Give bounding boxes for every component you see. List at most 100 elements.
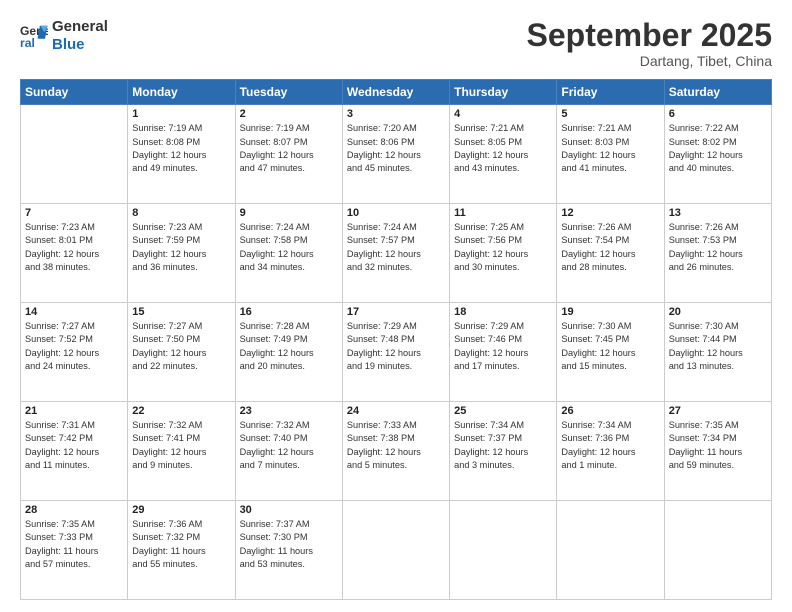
table-row: 6Sunrise: 7:22 AMSunset: 8:02 PMDaylight… [664, 105, 771, 204]
col-monday: Monday [128, 80, 235, 105]
calendar-week-3: 14 Sunrise: 7:27 AMSunset: 7:52 PMDayligh… [21, 303, 772, 402]
calendar-week-2: 7Sunrise: 7:23 AMSunset: 8:01 PMDaylight… [21, 204, 772, 303]
table-row: 7Sunrise: 7:23 AMSunset: 8:01 PMDaylight… [21, 204, 128, 303]
day-info: Sunrise: 7:35 AMSunset: 7:33 PMDaylight:… [25, 518, 123, 571]
calendar-week-1: 1Sunrise: 7:19 AMSunset: 8:08 PMDaylight… [21, 105, 772, 204]
day-number: 10 [347, 207, 445, 219]
day-number: 25 [454, 405, 552, 417]
day-number: 17 [347, 306, 445, 318]
location-subtitle: Dartang, Tibet, China [527, 53, 772, 69]
month-title: September 2025 [527, 18, 772, 53]
logo-icon: Gene ral [20, 22, 48, 50]
table-row: 1Sunrise: 7:19 AMSunset: 8:08 PMDaylight… [128, 105, 235, 204]
table-row: 19 Sunrise: 7:30 AMSunset: 7:45 PMDayligh… [557, 303, 664, 402]
day-number: 8 [132, 207, 230, 219]
col-wednesday: Wednesday [342, 80, 449, 105]
table-row: 8 Sunrise: 7:23 AMSunset: 7:59 PMDaylight… [128, 204, 235, 303]
logo: Gene ral General Blue [20, 18, 108, 54]
day-number: 13 [669, 207, 767, 219]
calendar-week-4: 21 Sunrise: 7:31 AMSunset: 7:42 PMDayligh… [21, 402, 772, 501]
day-info: Sunrise: 7:28 AMSunset: 7:49 PMDaylight:… [240, 320, 338, 373]
page-header: Gene ral General Blue September 2025 Dar… [20, 18, 772, 69]
day-info: Sunrise: 7:36 AMSunset: 7:32 PMDaylight:… [132, 518, 230, 571]
day-number: 22 [132, 405, 230, 417]
table-row: 17 Sunrise: 7:29 AMSunset: 7:48 PMDayligh… [342, 303, 449, 402]
table-row: 12 Sunrise: 7:26 AMSunset: 7:54 PMDayligh… [557, 204, 664, 303]
table-row: 20 Sunrise: 7:30 AMSunset: 7:44 PMDayligh… [664, 303, 771, 402]
table-row [450, 501, 557, 600]
table-row: 9 Sunrise: 7:24 AMSunset: 7:58 PMDaylight… [235, 204, 342, 303]
day-number: 5 [561, 108, 659, 120]
day-number: 29 [132, 504, 230, 516]
day-info: Sunrise: 7:26 AMSunset: 7:53 PMDaylight:… [669, 221, 767, 274]
day-number: 1 [132, 108, 230, 120]
table-row: 13 Sunrise: 7:26 AMSunset: 7:53 PMDayligh… [664, 204, 771, 303]
day-info: Sunrise: 7:35 AMSunset: 7:34 PMDaylight:… [669, 419, 767, 472]
calendar-header-row: Sunday Monday Tuesday Wednesday Thursday… [21, 80, 772, 105]
table-row: 26Sunrise: 7:34 AMSunset: 7:36 PMDayligh… [557, 402, 664, 501]
logo-line1: General [52, 18, 108, 36]
day-info: Sunrise: 7:22 AMSunset: 8:02 PMDaylight:… [669, 122, 767, 175]
day-info: Sunrise: 7:26 AMSunset: 7:54 PMDaylight:… [561, 221, 659, 274]
day-number: 2 [240, 108, 338, 120]
day-info: Sunrise: 7:27 AMSunset: 7:52 PMDaylight:… [25, 320, 123, 373]
day-number: 21 [25, 405, 123, 417]
table-row: 15Sunrise: 7:27 AMSunset: 7:50 PMDayligh… [128, 303, 235, 402]
table-row: 5 Sunrise: 7:21 AMSunset: 8:03 PMDaylight… [557, 105, 664, 204]
table-row: 27 Sunrise: 7:35 AMSunset: 7:34 PMDayligh… [664, 402, 771, 501]
day-info: Sunrise: 7:31 AMSunset: 7:42 PMDaylight:… [25, 419, 123, 472]
day-info: Sunrise: 7:29 AMSunset: 7:46 PMDaylight:… [454, 320, 552, 373]
day-info: Sunrise: 7:30 AMSunset: 7:45 PMDaylight:… [561, 320, 659, 373]
day-info: Sunrise: 7:37 AMSunset: 7:30 PMDaylight:… [240, 518, 338, 571]
day-number: 3 [347, 108, 445, 120]
col-saturday: Saturday [664, 80, 771, 105]
table-row: 25Sunrise: 7:34 AMSunset: 7:37 PMDayligh… [450, 402, 557, 501]
day-info: Sunrise: 7:19 AMSunset: 8:07 PMDaylight:… [240, 122, 338, 175]
day-info: Sunrise: 7:32 AMSunset: 7:40 PMDaylight:… [240, 419, 338, 472]
day-number: 15 [132, 306, 230, 318]
day-number: 11 [454, 207, 552, 219]
day-number: 12 [561, 207, 659, 219]
day-number: 20 [669, 306, 767, 318]
day-info: Sunrise: 7:23 AMSunset: 8:01 PMDaylight:… [25, 221, 123, 274]
table-row [664, 501, 771, 600]
day-info: Sunrise: 7:30 AMSunset: 7:44 PMDaylight:… [669, 320, 767, 373]
day-number: 23 [240, 405, 338, 417]
day-info: Sunrise: 7:24 AMSunset: 7:57 PMDaylight:… [347, 221, 445, 274]
table-row: 30 Sunrise: 7:37 AMSunset: 7:30 PMDayligh… [235, 501, 342, 600]
day-number: 16 [240, 306, 338, 318]
col-sunday: Sunday [21, 80, 128, 105]
table-row: 14 Sunrise: 7:27 AMSunset: 7:52 PMDayligh… [21, 303, 128, 402]
day-info: Sunrise: 7:29 AMSunset: 7:48 PMDaylight:… [347, 320, 445, 373]
day-info: Sunrise: 7:20 AMSunset: 8:06 PMDaylight:… [347, 122, 445, 175]
table-row: 22 Sunrise: 7:32 AMSunset: 7:41 PMDayligh… [128, 402, 235, 501]
day-number: 9 [240, 207, 338, 219]
day-number: 27 [669, 405, 767, 417]
table-row [21, 105, 128, 204]
table-row: 10 Sunrise: 7:24 AMSunset: 7:57 PMDayligh… [342, 204, 449, 303]
table-row [557, 501, 664, 600]
calendar-week-5: 28Sunrise: 7:35 AMSunset: 7:33 PMDayligh… [21, 501, 772, 600]
calendar-table: Sunday Monday Tuesday Wednesday Thursday… [20, 79, 772, 600]
col-friday: Friday [557, 80, 664, 105]
day-number: 14 [25, 306, 123, 318]
day-info: Sunrise: 7:21 AMSunset: 8:03 PMDaylight:… [561, 122, 659, 175]
day-number: 24 [347, 405, 445, 417]
col-tuesday: Tuesday [235, 80, 342, 105]
table-row: 2 Sunrise: 7:19 AMSunset: 8:07 PMDaylight… [235, 105, 342, 204]
day-info: Sunrise: 7:24 AMSunset: 7:58 PMDaylight:… [240, 221, 338, 274]
day-info: Sunrise: 7:32 AMSunset: 7:41 PMDaylight:… [132, 419, 230, 472]
day-info: Sunrise: 7:25 AMSunset: 7:56 PMDaylight:… [454, 221, 552, 274]
day-info: Sunrise: 7:23 AMSunset: 7:59 PMDaylight:… [132, 221, 230, 274]
table-row: 3 Sunrise: 7:20 AMSunset: 8:06 PMDaylight… [342, 105, 449, 204]
day-number: 19 [561, 306, 659, 318]
table-row: 28Sunrise: 7:35 AMSunset: 7:33 PMDayligh… [21, 501, 128, 600]
day-info: Sunrise: 7:34 AMSunset: 7:36 PMDaylight:… [561, 419, 659, 472]
col-thursday: Thursday [450, 80, 557, 105]
day-info: Sunrise: 7:21 AMSunset: 8:05 PMDaylight:… [454, 122, 552, 175]
logo-line2: Blue [52, 36, 108, 54]
table-row: 29 Sunrise: 7:36 AMSunset: 7:32 PMDayligh… [128, 501, 235, 600]
table-row: 16 Sunrise: 7:28 AMSunset: 7:49 PMDayligh… [235, 303, 342, 402]
table-row: 11 Sunrise: 7:25 AMSunset: 7:56 PMDayligh… [450, 204, 557, 303]
day-number: 30 [240, 504, 338, 516]
